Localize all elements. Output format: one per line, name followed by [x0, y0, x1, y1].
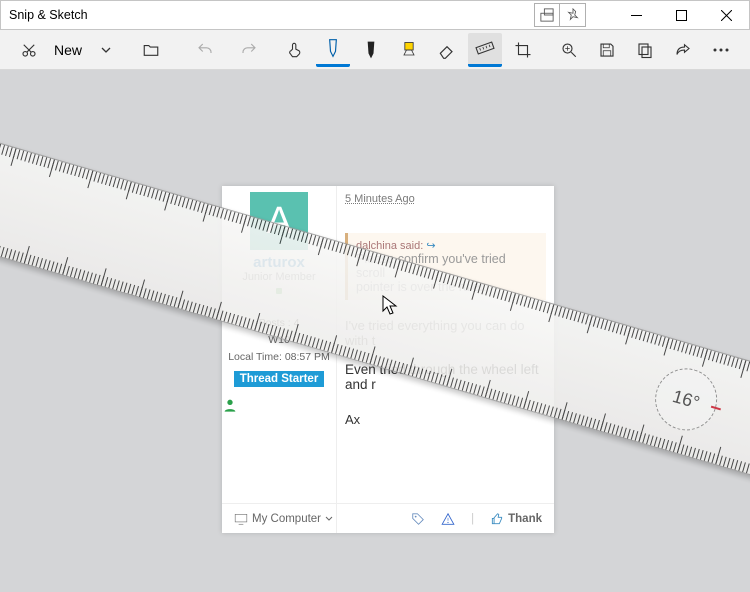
- ruler-angle-value: 16°: [670, 386, 702, 414]
- post-user-panel: A arturox Junior Member Posts : 4 W10 Lo…: [222, 186, 337, 533]
- more-button[interactable]: [704, 33, 738, 67]
- my-computer-button[interactable]: My Computer: [234, 513, 333, 525]
- quote-block: dalchina said: ↪ Please confirm you've t…: [345, 233, 546, 300]
- save-button[interactable]: [590, 33, 624, 67]
- title-bar: Snip & Sketch: [0, 0, 750, 30]
- post-line2: Even tried through the wheel left and r: [345, 362, 546, 392]
- pin-controls: [534, 3, 586, 27]
- share-button[interactable]: [666, 33, 700, 67]
- toolbar: New: [0, 30, 750, 70]
- tag-icon[interactable]: [411, 512, 425, 526]
- posts-label: Posts :: [259, 317, 291, 329]
- redo-button[interactable]: [232, 33, 266, 67]
- crop-button[interactable]: [506, 33, 540, 67]
- new-label: New: [54, 42, 82, 58]
- zoom-button[interactable]: [552, 33, 586, 67]
- avatar: A: [250, 192, 308, 250]
- minimize-button[interactable]: [614, 1, 659, 29]
- user-rank: Junior Member: [222, 271, 336, 283]
- pencil-button[interactable]: [354, 33, 388, 67]
- localtime-value: 08:57 PM: [285, 351, 330, 363]
- goto-quote-icon[interactable]: ↪: [426, 240, 435, 252]
- copy-button[interactable]: [628, 33, 662, 67]
- canvas-area[interactable]: A arturox Junior Member Posts : 4 W10 Lo…: [0, 70, 750, 592]
- eraser-button[interactable]: [430, 33, 464, 67]
- localtime-label: Local Time:: [228, 351, 282, 363]
- ruler-angle-indicator: 16°: [648, 361, 725, 438]
- thread-starter-badge: Thread Starter: [234, 371, 325, 387]
- user-meta: Posts : 4 W10 Local Time: 08:57 PM: [222, 315, 336, 365]
- quote-text: Please confirm you've tried scroll point…: [356, 252, 538, 294]
- report-icon[interactable]: [441, 512, 455, 526]
- username: arturox: [222, 254, 336, 271]
- profile-icon[interactable]: [222, 397, 336, 413]
- compact-mode-button[interactable]: [535, 4, 560, 26]
- ballpoint-pen-button[interactable]: [316, 33, 350, 67]
- post-footer: My Computer | Thank: [222, 503, 554, 533]
- close-button[interactable]: [704, 1, 749, 29]
- thank-button[interactable]: Thank: [490, 512, 542, 526]
- my-computer-label: My Computer: [252, 513, 321, 525]
- undo-button[interactable]: [188, 33, 222, 67]
- user-os: W10: [222, 332, 336, 349]
- ruler-button[interactable]: [468, 33, 502, 67]
- posts-value: 4: [294, 317, 300, 329]
- quote-from: dalchina said:: [356, 240, 423, 252]
- online-indicator-icon: [276, 288, 282, 294]
- open-file-button[interactable]: [134, 33, 168, 67]
- post-signature: Ax: [345, 412, 546, 427]
- post-line1: I've tried everything you can do with t: [345, 318, 546, 348]
- maximize-button[interactable]: [659, 1, 704, 29]
- thank-label: Thank: [508, 513, 542, 525]
- window-title: Snip & Sketch: [1, 8, 88, 22]
- forum-post-card: A arturox Junior Member Posts : 4 W10 Lo…: [222, 186, 554, 533]
- highlighter-button[interactable]: [392, 33, 426, 67]
- touch-writing-button[interactable]: [278, 33, 312, 67]
- pin-button[interactable]: [560, 4, 585, 26]
- new-dropdown[interactable]: [96, 33, 116, 67]
- post-timestamp[interactable]: 5 Minutes Ago: [345, 193, 415, 205]
- new-snip-button[interactable]: [12, 33, 46, 67]
- post-body: 5 Minutes Ago dalchina said: ↪ Please co…: [337, 186, 554, 533]
